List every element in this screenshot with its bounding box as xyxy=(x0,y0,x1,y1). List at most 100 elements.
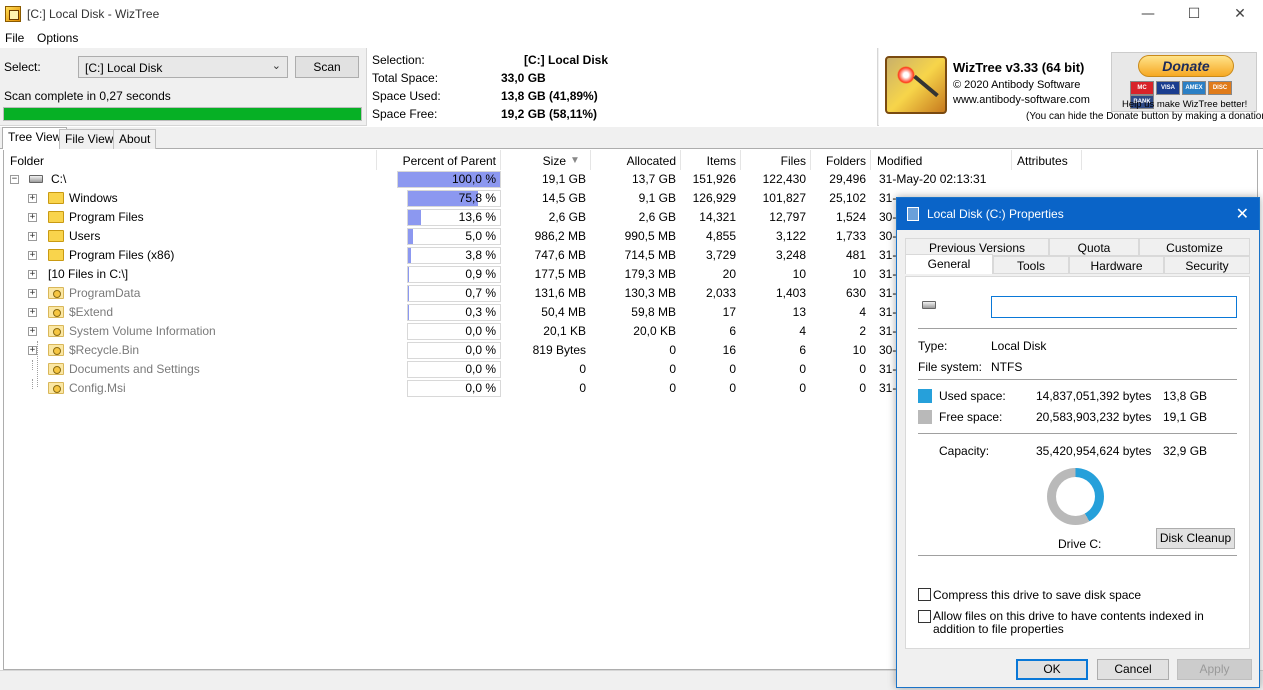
brand-name: WizTree v3.33 (64 bit) xyxy=(953,60,1085,75)
ok-button[interactable]: OK xyxy=(1016,659,1088,680)
row-items: 14,321 xyxy=(699,210,736,224)
row-name: C:\ xyxy=(51,172,67,186)
col-folder[interactable]: Folder xyxy=(10,152,44,170)
percent-bar: 0,0 % xyxy=(407,361,501,378)
capacity-label: Capacity: xyxy=(939,444,990,458)
row-percent: 0,0 % xyxy=(465,362,496,376)
col-size[interactable]: Size xyxy=(504,152,566,170)
expand-toggle-icon[interactable]: + xyxy=(28,194,37,203)
column-separator[interactable] xyxy=(590,150,591,170)
expand-toggle-icon[interactable]: + xyxy=(28,289,37,298)
column-separator[interactable] xyxy=(740,150,741,170)
minimize-button[interactable]: — xyxy=(1125,0,1171,28)
row-files: 0 xyxy=(799,362,806,376)
column-separator[interactable] xyxy=(1011,150,1012,170)
percent-bar: 0,9 % xyxy=(407,266,501,283)
table-row[interactable]: − C:\ 100,0 % 19,1 GB 13,7 GB 151,926 122,430 2… xyxy=(4,170,1259,189)
col-modified[interactable]: Modified xyxy=(877,152,922,170)
expand-toggle-icon[interactable]: − xyxy=(10,175,19,184)
row-percent: 0,7 % xyxy=(465,286,496,300)
maximize-button[interactable]: ☐ xyxy=(1171,0,1217,28)
expand-toggle-icon[interactable]: + xyxy=(28,251,37,260)
type-value: Local Disk xyxy=(991,339,1047,353)
donate-button[interactable]: Donate xyxy=(1138,55,1234,77)
expand-toggle-icon[interactable]: + xyxy=(28,213,37,222)
column-separator[interactable] xyxy=(1081,150,1082,170)
tab-tools[interactable]: Tools xyxy=(993,256,1069,274)
chevron-down-icon: ⌄ xyxy=(271,59,281,72)
col-attributes[interactable]: Attributes xyxy=(1017,152,1068,170)
row-modified: 31- xyxy=(879,362,897,376)
folder-icon xyxy=(48,211,64,223)
expand-toggle-icon[interactable]: + xyxy=(28,346,37,355)
expand-toggle-icon[interactable]: + xyxy=(28,232,37,241)
tab-security[interactable]: Security xyxy=(1164,256,1250,274)
tab-file-view[interactable]: File View xyxy=(59,129,120,149)
row-size: 20,1 KB xyxy=(543,324,586,338)
tab-about[interactable]: About xyxy=(113,129,157,149)
row-modified: 31-May-20 02:13:31 xyxy=(879,172,987,186)
row-size: 177,5 MB xyxy=(534,267,586,281)
row-allocated: 2,6 GB xyxy=(638,210,676,224)
col-items[interactable]: Items xyxy=(684,152,736,170)
row-folders: 2 xyxy=(859,324,866,338)
space-free-label: Space Free: xyxy=(372,107,438,121)
system-folder-icon xyxy=(48,344,64,356)
column-separator[interactable] xyxy=(870,150,871,170)
col-allocated[interactable]: Allocated xyxy=(594,152,676,170)
percent-bar-fill xyxy=(408,229,413,244)
type-label: Type: xyxy=(918,339,948,353)
index-checkbox[interactable] xyxy=(918,610,931,623)
apply-button[interactable]: Apply xyxy=(1177,659,1252,680)
fs-label: File system: xyxy=(918,360,983,374)
selection-info: Selection: [C:] Local Disk Total Space: … xyxy=(366,48,878,126)
percent-bar: 0,0 % xyxy=(407,380,501,397)
compress-checkbox[interactable] xyxy=(918,588,931,601)
row-folders: 10 xyxy=(852,267,866,281)
menu-options[interactable]: Options xyxy=(37,31,78,45)
disk-cleanup-button[interactable]: Disk Cleanup xyxy=(1156,528,1235,549)
column-separator[interactable] xyxy=(500,150,501,170)
tab-general[interactable]: General xyxy=(905,254,993,274)
scan-button[interactable]: Scan xyxy=(295,56,359,78)
col-files[interactable]: Files xyxy=(744,152,806,170)
expand-toggle-icon[interactable]: + xyxy=(28,270,37,279)
row-modified: 31- xyxy=(879,381,897,395)
drive-select[interactable]: [C:] Local Disk ⌄ xyxy=(78,56,288,78)
scan-status: Scan complete in 0,27 seconds xyxy=(4,89,171,103)
row-size: 14,5 GB xyxy=(541,191,586,205)
column-separator[interactable] xyxy=(810,150,811,170)
brand-url[interactable]: www.antibody-software.com xyxy=(953,94,1090,106)
total-space-value: 33,0 GB xyxy=(501,71,546,85)
row-allocated: 9,1 GB xyxy=(638,191,676,205)
menu-file[interactable]: File xyxy=(5,31,24,45)
row-modified: 31- xyxy=(879,324,897,338)
row-folders: 0 xyxy=(859,381,866,395)
percent-bar: 0,0 % xyxy=(407,323,501,340)
row-name: Users xyxy=(69,229,101,243)
dialog-close-icon[interactable]: ✕ xyxy=(1236,204,1249,223)
row-name: Documents and Settings xyxy=(69,362,200,376)
tab-tree-view[interactable]: Tree View xyxy=(2,127,68,149)
expand-toggle-icon[interactable]: + xyxy=(28,327,37,336)
tab-hardware[interactable]: Hardware xyxy=(1069,256,1164,274)
row-modified: 30- xyxy=(879,210,897,224)
row-size: 986,2 MB xyxy=(534,229,586,243)
cancel-button[interactable]: Cancel xyxy=(1097,659,1169,680)
close-button[interactable]: ✕ xyxy=(1217,0,1263,28)
row-percent: 13,6 % xyxy=(458,210,496,224)
row-size: 0 xyxy=(579,362,586,376)
drive-icon xyxy=(29,175,43,183)
row-items: 6 xyxy=(729,324,736,338)
column-separator[interactable] xyxy=(680,150,681,170)
tab-customize[interactable]: Customize xyxy=(1139,238,1250,256)
menu-bar: File Options xyxy=(0,28,1263,48)
percent-bar: 13,6 % xyxy=(407,209,501,226)
col-percent[interactable]: Percent of Parent xyxy=(384,152,496,170)
col-folders[interactable]: Folders xyxy=(814,152,866,170)
column-separator[interactable] xyxy=(376,150,377,170)
volume-name-input[interactable] xyxy=(991,296,1237,318)
tab-quota[interactable]: Quota xyxy=(1049,238,1139,256)
wiztree-app-icon xyxy=(5,6,21,22)
expand-toggle-icon[interactable]: + xyxy=(28,308,37,317)
